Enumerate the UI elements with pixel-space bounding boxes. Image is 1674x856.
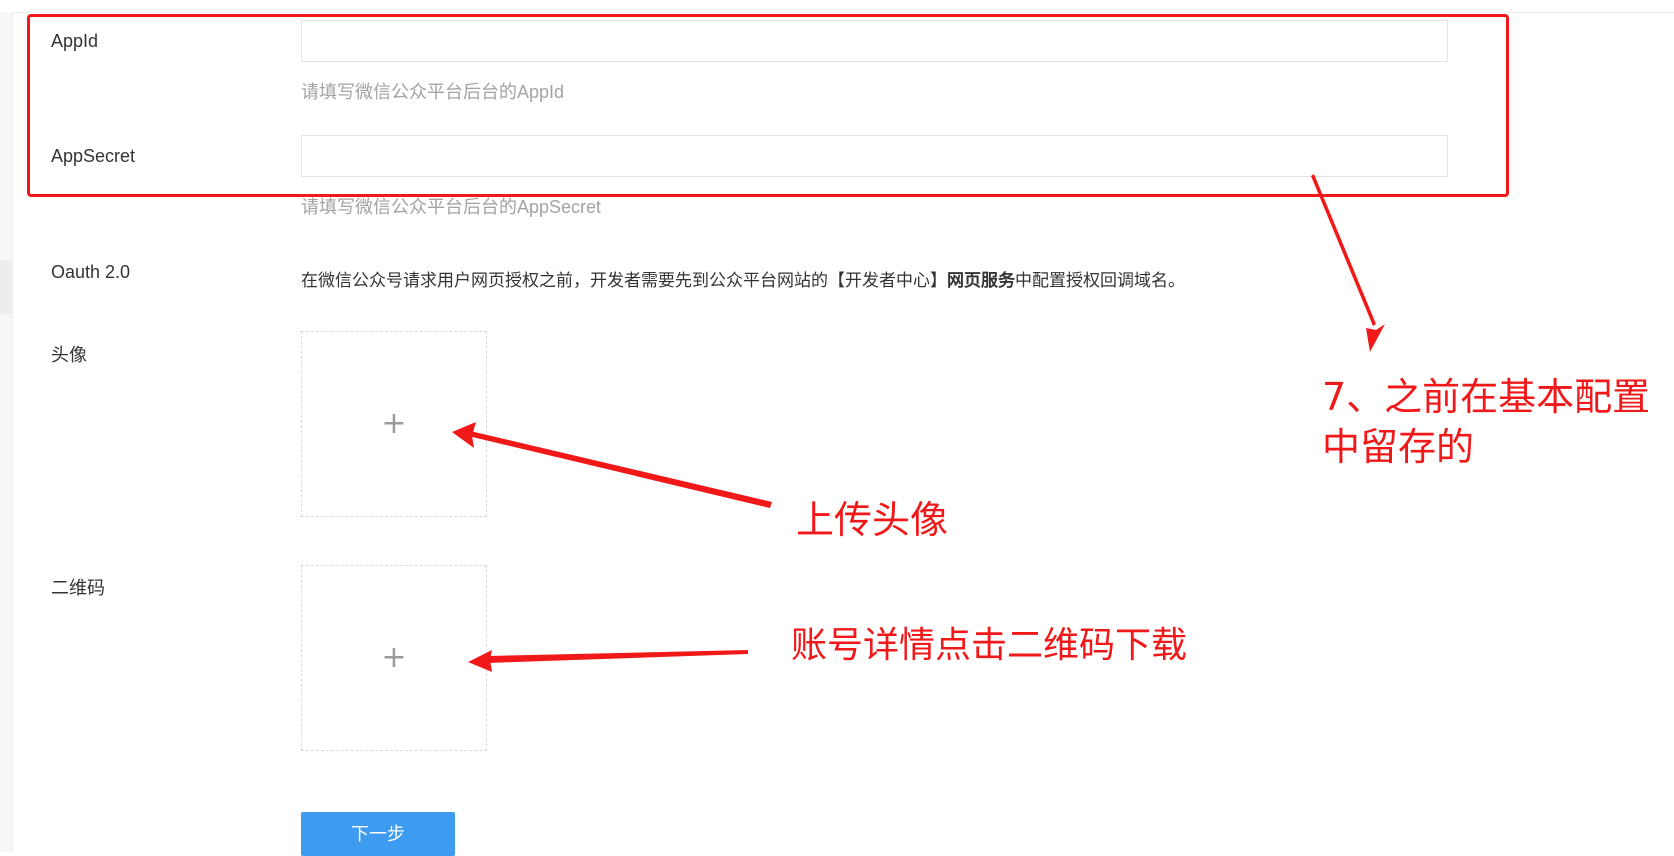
oauth-text-after: 中配置授权回调域名。 bbox=[1015, 271, 1185, 290]
sidebar-active-marker bbox=[0, 260, 12, 314]
oauth-text-before: 在微信公众号请求用户网页授权之前，开发者需要先到公众平台网站的【开发者中心】 bbox=[301, 271, 947, 290]
left-sidebar-edge bbox=[0, 12, 13, 852]
avatar-upload[interactable]: + bbox=[301, 331, 487, 517]
qrcode-download-note: 账号详情点击二维码下载 bbox=[791, 625, 1188, 666]
oauth-text-bold: 网页服务 bbox=[947, 271, 1015, 290]
config-note-line1: 7、之前在基本配置 bbox=[1322, 375, 1651, 419]
qrcode-upload[interactable]: + bbox=[301, 565, 487, 751]
oauth-label: Oauth 2.0 bbox=[51, 262, 131, 282]
plus-icon: + bbox=[381, 406, 407, 441]
arrow-avatar bbox=[468, 431, 772, 508]
plus-icon: + bbox=[381, 640, 407, 675]
arrowhead-config-note bbox=[1366, 324, 1385, 352]
avatar-label: 头像 bbox=[51, 345, 87, 365]
page-top-border bbox=[0, 0, 1674, 13]
qrcode-label: 二维码 bbox=[51, 578, 105, 598]
config-note-line2: 中留存的 bbox=[1322, 425, 1475, 469]
oauth-description: 在微信公众号请求用户网页授权之前，开发者需要先到公众平台网站的【开发者中心】网页… bbox=[301, 266, 1185, 291]
annotation-highlight-box bbox=[27, 14, 1509, 197]
arrow-qrcode bbox=[488, 650, 748, 663]
upload-avatar-note: 上传头像 bbox=[796, 498, 949, 542]
next-step-button[interactable]: 下一步 bbox=[301, 812, 455, 856]
